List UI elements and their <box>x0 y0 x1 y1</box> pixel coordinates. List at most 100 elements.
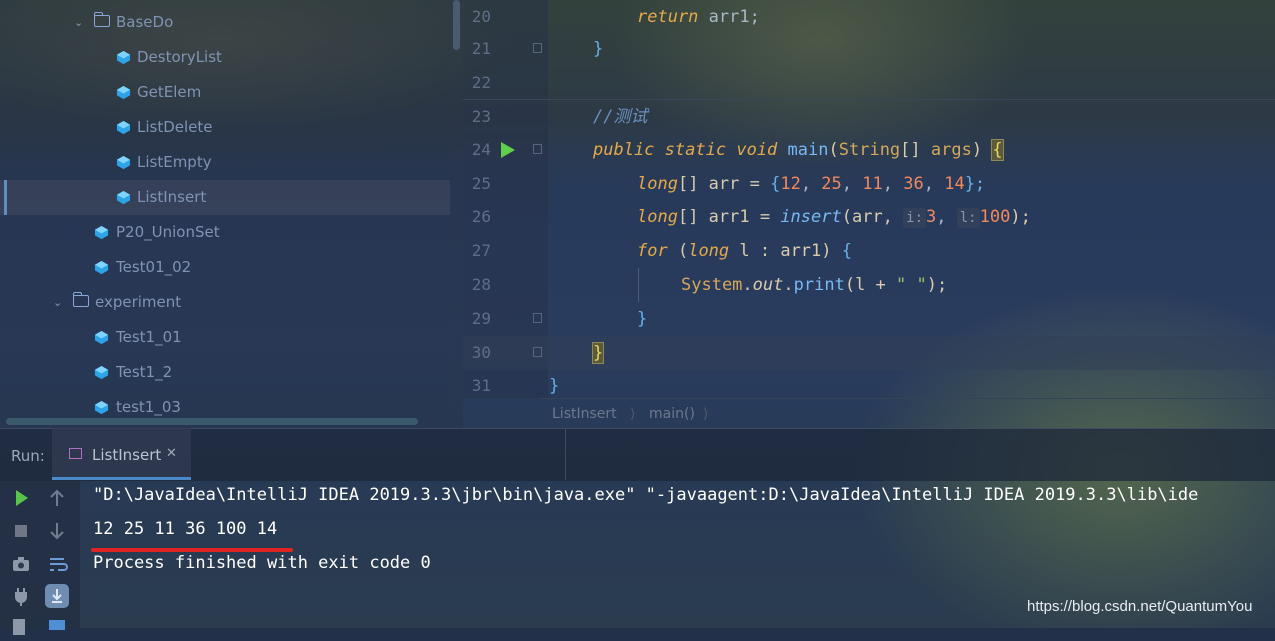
breadcrumb: ListInsert ⟩ main() ⟩ <box>540 398 1275 429</box>
rerun-icon[interactable] <box>8 485 34 511</box>
code-line-22[interactable]: 22 <box>463 66 1275 100</box>
code-text: for (long l : arr1) { <box>637 241 852 261</box>
code-comment: //测试 <box>593 107 648 127</box>
breadcrumb-item-method[interactable]: main() <box>649 399 695 429</box>
tree-item-label: ListEmpty <box>137 153 212 171</box>
up-arrow-icon[interactable] <box>44 485 70 511</box>
code-line-27[interactable]: 27 for (long l : arr1) { <box>463 234 1275 268</box>
fold-marker-icon[interactable] <box>533 144 542 154</box>
tree-item-destorylist[interactable]: DestoryList <box>0 40 450 75</box>
fold-marker-icon[interactable] <box>533 43 542 53</box>
run-window-title: Run: <box>11 447 45 465</box>
plug-icon[interactable] <box>8 583 34 609</box>
code-text: return arr1; <box>637 7 760 27</box>
print-icon[interactable] <box>44 615 70 641</box>
code-line-21[interactable]: 21 } <box>463 32 1275 66</box>
tree-item-listinsert[interactable]: ListInsert <box>0 180 450 215</box>
code-text: System.out.print(l + " "); <box>681 275 948 295</box>
java-class-icon <box>116 190 131 205</box>
java-class-icon <box>94 400 109 415</box>
tree-folder-experiment[interactable]: ⌄ experiment <box>0 285 450 320</box>
code-text: } <box>591 342 605 364</box>
java-class-icon <box>94 365 109 380</box>
java-class-icon <box>116 85 131 100</box>
tree-item-label: Test1_01 <box>116 328 182 346</box>
param-hint: l: <box>956 208 980 228</box>
tree-item-label: GetElem <box>137 83 202 101</box>
camera-icon[interactable] <box>8 551 34 577</box>
tree-item-getelem[interactable]: GetElem <box>0 75 450 110</box>
soft-wrap-icon[interactable] <box>44 551 70 577</box>
red-underline-annotation <box>91 548 293 552</box>
code-line-25[interactable]: 25 long[] arr = {12, 25, 11, 36, 14}; <box>463 167 1275 201</box>
code-text: } <box>593 39 604 59</box>
line-number: 30 <box>471 343 491 362</box>
tree-item-test01-02[interactable]: Test01_02 <box>0 250 450 285</box>
tree-item-label: experiment <box>95 293 182 311</box>
down-arrow-icon[interactable] <box>44 518 70 544</box>
stop-icon[interactable] <box>8 518 34 544</box>
scroll-to-end-icon[interactable] <box>44 583 70 609</box>
tree-item-label: ListInsert <box>137 188 207 206</box>
fold-marker-icon[interactable] <box>533 313 542 323</box>
tree-item-test1-01[interactable]: Test1_01 <box>0 320 450 355</box>
line-number: 21 <box>471 39 491 58</box>
tree-item-test1-2[interactable]: Test1_2 <box>0 355 450 390</box>
chevron-down-icon[interactable]: ⌄ <box>74 5 88 40</box>
breadcrumb-separator-icon: ⟩ <box>630 406 636 422</box>
console-line-exit: Process finished with exit code 0 <box>93 553 431 573</box>
close-icon[interactable]: ✕ <box>166 446 177 461</box>
java-class-icon <box>94 260 109 275</box>
java-class-icon <box>94 330 109 345</box>
line-number: 27 <box>471 241 491 260</box>
tree-item-label: BaseDo <box>116 13 174 31</box>
project-tree: ⌄ BaseDo DestoryList GetElem ListDelete … <box>0 0 450 428</box>
tree-item-listempty[interactable]: ListEmpty <box>0 145 450 180</box>
line-number: 28 <box>471 275 491 294</box>
line-number: 29 <box>471 309 491 328</box>
code-line-26[interactable]: 26 long[] arr1 = insert(arr, i: 3, l: 100)… <box>463 200 1275 234</box>
code-text: } <box>637 309 648 329</box>
vertical-scrollbar-thumb[interactable] <box>453 0 460 50</box>
run-gutter-icon[interactable] <box>501 142 515 158</box>
tree-item-label: DestoryList <box>137 48 222 66</box>
vertical-scrollbar-track[interactable] <box>450 0 463 428</box>
exit-icon[interactable] <box>8 615 34 641</box>
line-number: 23 <box>471 107 491 126</box>
code-line-28[interactable]: 28 System.out.print(l + " "); <box>463 268 1275 302</box>
watermark: https://blog.csdn.net/QuantumYou <box>1027 598 1253 615</box>
folder-icon <box>72 292 89 307</box>
code-text: long[] arr = {12, 25, 11, 36, 14}; <box>637 174 986 194</box>
tree-item-label: Test01_02 <box>116 258 192 276</box>
code-text: public static void main(String[] args) { <box>593 139 1004 161</box>
line-number: 25 <box>471 174 491 193</box>
java-class-icon <box>94 225 109 240</box>
java-class-icon <box>116 50 131 65</box>
code-line-24[interactable]: 24 public static void main(String[] args… <box>463 133 1275 167</box>
run-tab-listinsert[interactable]: ListInsert ✕ <box>52 428 191 480</box>
tree-item-label: P20_UnionSet <box>116 223 220 241</box>
console-line-output: 12 25 11 36 100 14 <box>93 519 278 539</box>
tree-item-label: Test1_2 <box>116 363 173 381</box>
line-number: 26 <box>471 207 491 226</box>
code-line-30[interactable]: 30 } <box>463 336 1275 370</box>
console-icon <box>69 448 82 459</box>
breadcrumb-item-class[interactable]: ListInsert <box>552 399 617 429</box>
line-number: 31 <box>471 376 491 395</box>
horizontal-scrollbar[interactable] <box>6 418 418 425</box>
tree-item-p20-unionset[interactable]: P20_UnionSet <box>0 215 450 250</box>
fold-marker-icon[interactable] <box>533 347 542 357</box>
java-class-icon <box>116 155 131 170</box>
code-line-20[interactable]: 20 return arr1; <box>463 0 1275 34</box>
chevron-down-icon[interactable]: ⌄ <box>53 285 67 320</box>
code-text: long[] arr1 = insert(arr, i: 3, l: 100); <box>637 207 1031 228</box>
param-hint: i: <box>903 208 927 228</box>
divider <box>565 428 566 480</box>
tree-item-label: ListDelete <box>137 118 213 136</box>
run-window-header: Run: <box>0 428 1275 481</box>
code-line-29[interactable]: 29 } <box>463 302 1275 336</box>
code-line-23[interactable]: 23 //测试 <box>463 99 1275 134</box>
tree-folder-basedo[interactable]: ⌄ BaseDo <box>0 5 450 40</box>
run-toolbar <box>0 481 80 635</box>
tree-item-listdelete[interactable]: ListDelete <box>0 110 450 145</box>
